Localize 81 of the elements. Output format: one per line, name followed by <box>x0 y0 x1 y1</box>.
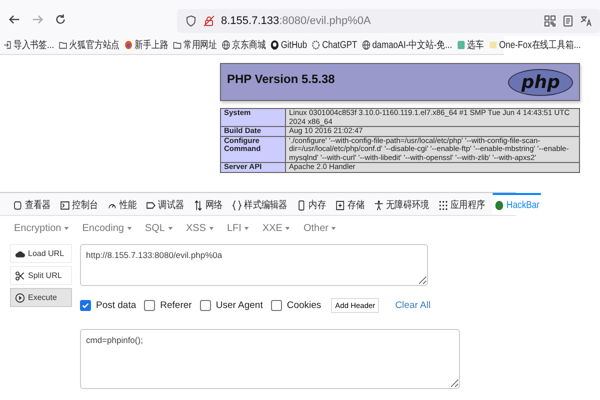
shield-icon[interactable] <box>185 15 197 27</box>
devtools-tab[interactable]: 性能 <box>106 193 138 215</box>
post-data-field[interactable]: cmd=phpinfo(); <box>80 329 460 389</box>
checkbox-label: User Agent <box>216 300 263 311</box>
php-logo: php <box>508 68 573 96</box>
dropdown-menu[interactable]: XSS <box>186 222 214 234</box>
bookmark-item[interactable]: GitHub <box>270 40 307 50</box>
devtools-tab[interactable]: 存储 <box>334 193 366 215</box>
checkbox-label: Referer <box>160 300 192 311</box>
url-text: 8.155.7.133:8080/evil.php%0A <box>221 15 371 27</box>
checkbox[interactable] <box>270 300 282 311</box>
reload-icon[interactable] <box>54 13 67 26</box>
caret-icon <box>208 226 214 230</box>
app-icon <box>457 40 466 50</box>
bookmark-item[interactable]: 火狐官方站点 <box>59 38 120 52</box>
devtools-tab[interactable]: 内存 <box>294 193 328 215</box>
cloud-download-icon <box>15 248 25 258</box>
url-input-field[interactable]: http://8.155.7.133:8080/evil.php%0a <box>80 244 428 286</box>
folder-icon <box>173 40 182 50</box>
bookmark-item[interactable]: 新手上路 <box>124 38 168 52</box>
dropdown-menu[interactable]: Encryption <box>14 222 70 234</box>
grid-icon <box>438 200 448 210</box>
bookmark-item[interactable]: damaoAI-中文站-免... <box>362 38 452 52</box>
circle-icon <box>494 200 504 210</box>
lock-icon[interactable] <box>203 15 215 27</box>
devtools-tab[interactable]: 调试器 <box>144 193 186 215</box>
page-icon <box>489 40 498 50</box>
action-button[interactable]: Load URL <box>10 244 72 263</box>
checkbox-label: Cookies <box>286 300 322 311</box>
caret-icon <box>331 226 336 230</box>
back-icon[interactable] <box>8 13 21 26</box>
devtools-tab[interactable]: 控制台 <box>58 193 100 215</box>
action-button[interactable]: Split URL <box>10 266 72 285</box>
globe-icon <box>362 40 371 50</box>
devtools-tab[interactable]: 网络 <box>192 193 224 215</box>
devtools-tab[interactable]: HackBar <box>492 193 542 215</box>
dropdown-menu[interactable]: XXE <box>262 222 290 234</box>
dropdown-menu[interactable]: SQL <box>144 222 173 234</box>
devtools-tab[interactable]: 无障碍环境 <box>372 193 431 215</box>
caret-icon <box>168 226 173 230</box>
dropdown-menu[interactable]: LFI <box>226 222 250 234</box>
dropdown-menu[interactable]: Other <box>303 222 336 234</box>
clear-all-link[interactable]: Clear All <box>395 300 431 311</box>
browser-logo-icon <box>124 40 133 50</box>
action-button[interactable]: Execute <box>10 288 72 307</box>
bookmark-item[interactable]: 常用网址 <box>173 38 217 52</box>
address-bar[interactable]: 8.155.7.133:8080/evil.php%0A <box>177 9 600 33</box>
inspector-icon <box>12 200 22 210</box>
devtools-tab[interactable]: 样式编辑器 <box>230 193 289 215</box>
bookmark-item[interactable]: ChatGPT <box>312 40 358 50</box>
dropdown-menu[interactable]: Encoding <box>82 222 132 234</box>
caret-icon <box>244 226 250 230</box>
translate-icon[interactable] <box>580 15 592 27</box>
memory-icon <box>296 200 306 210</box>
bookmark-item[interactable]: One-Fox在线工具箱... <box>489 38 581 52</box>
bookmark-item[interactable]: 导入书签... <box>3 38 54 52</box>
checkbox[interactable] <box>80 300 91 311</box>
debugger-icon <box>146 200 156 210</box>
storage-icon <box>335 200 345 210</box>
checkbox[interactable] <box>144 300 156 311</box>
console-icon <box>60 200 70 210</box>
globe-icon <box>222 40 230 50</box>
php-version-title: PHP Version 5.5.38 <box>227 72 335 86</box>
network-icon <box>194 200 203 210</box>
checkbox-label: Post data <box>96 300 136 311</box>
caret-icon <box>285 226 290 230</box>
bookmark-item[interactable]: 京东商城 <box>222 38 266 52</box>
folder-icon <box>59 40 68 50</box>
play-icon <box>15 292 25 302</box>
reader-view-icon[interactable] <box>562 15 574 27</box>
scissors-icon <box>15 270 25 280</box>
checkbox[interactable] <box>200 300 211 311</box>
devtools-tab[interactable]: 应用程序 <box>436 193 487 215</box>
braces-icon <box>232 200 242 210</box>
caret-icon <box>64 226 70 230</box>
import-icon <box>3 40 12 50</box>
bookmark-item[interactable]: 选车 <box>457 38 484 52</box>
devtools-tab[interactable]: 查看器 <box>11 193 52 215</box>
qr-code-icon[interactable] <box>544 15 556 27</box>
caret-icon <box>126 226 132 230</box>
person-icon <box>374 200 384 210</box>
